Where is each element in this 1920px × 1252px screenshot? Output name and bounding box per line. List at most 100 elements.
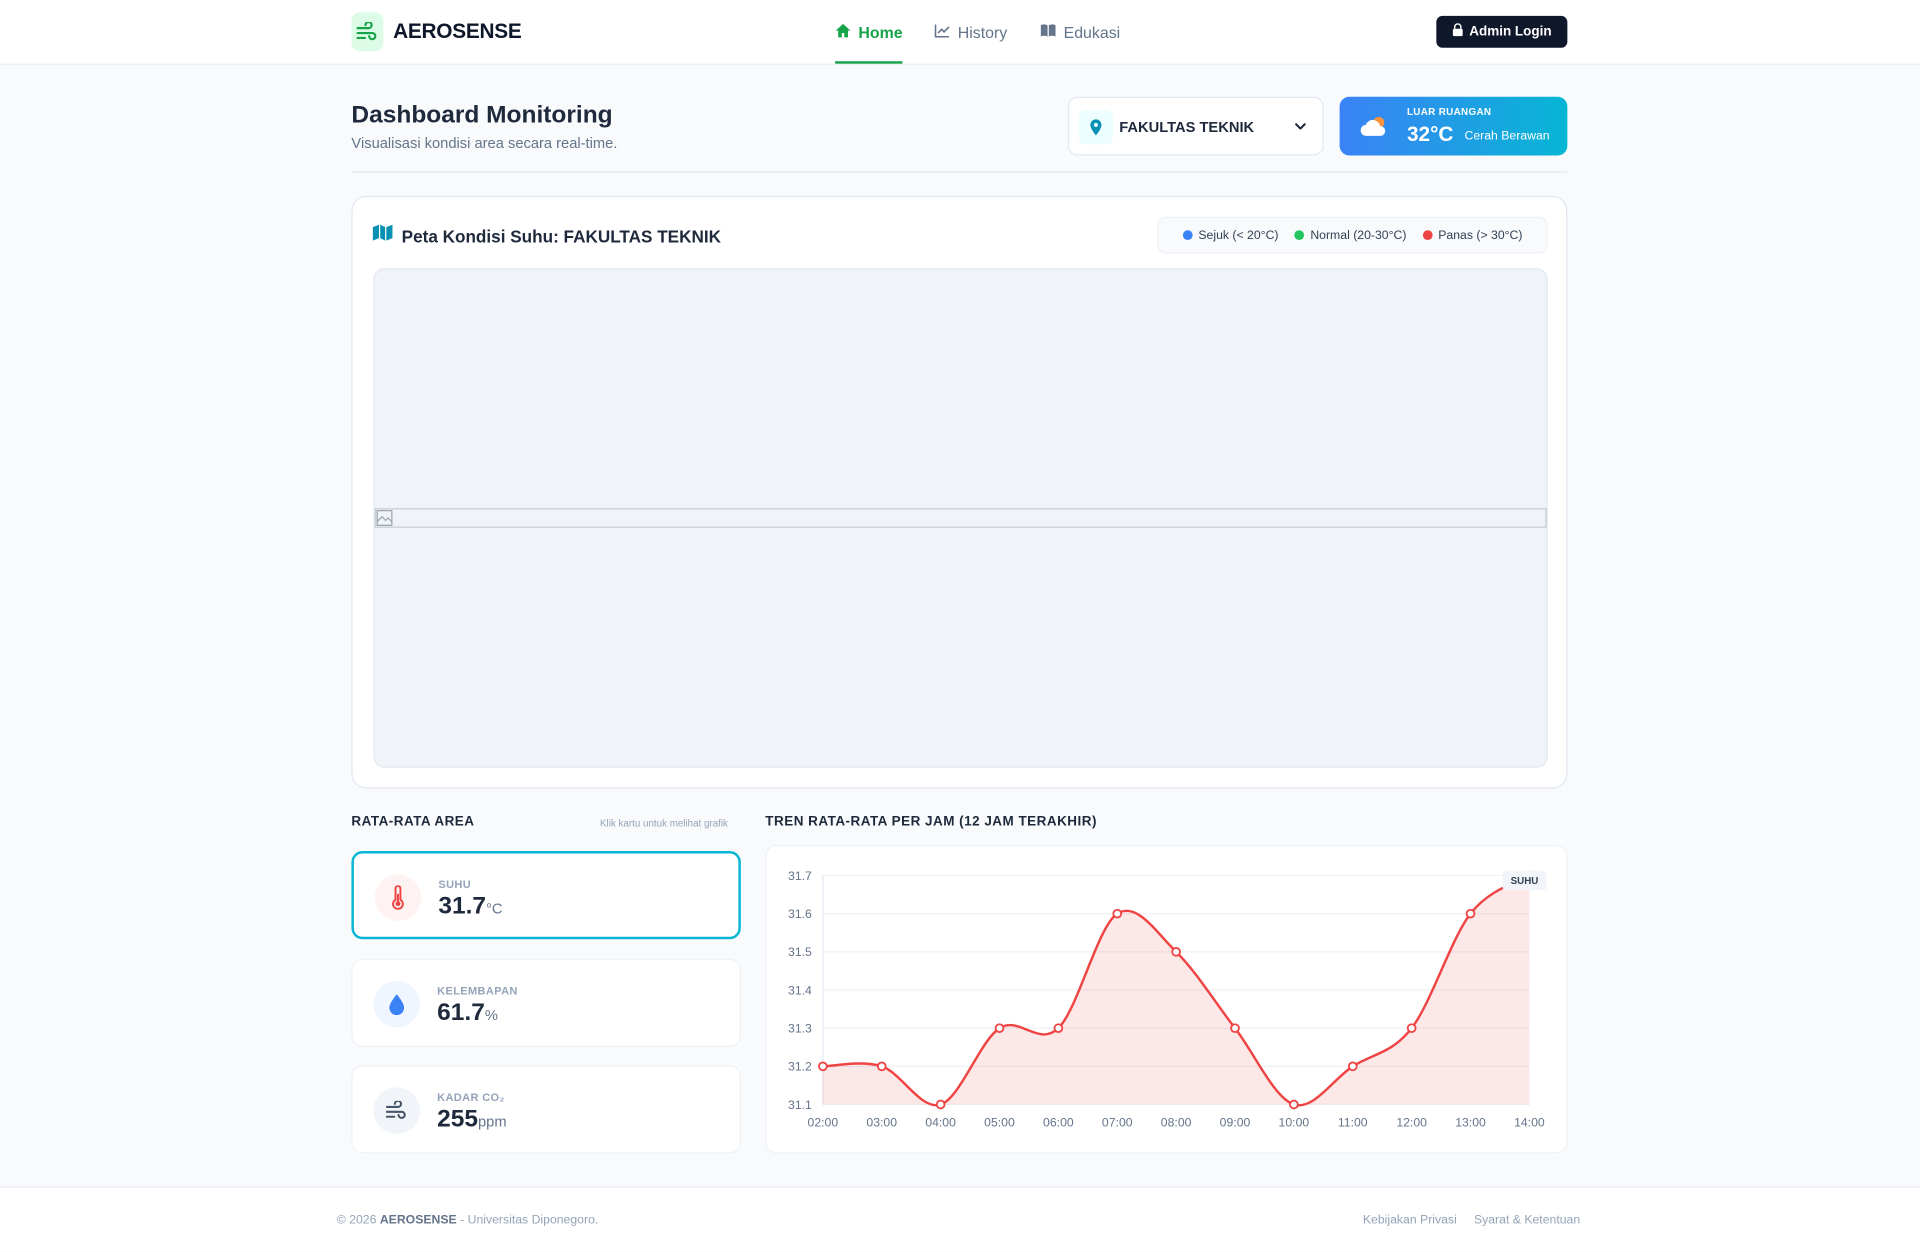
stat-card-kelembapan[interactable]: KELEMBAPAN 61.7%	[351, 958, 741, 1047]
stat-value: 31.7	[438, 892, 487, 920]
legend-item-panas: Panas (> 30°C)	[1422, 228, 1523, 242]
data-point	[1347, 1061, 1358, 1072]
x-tick-label: 13:00	[1455, 1116, 1486, 1130]
trend-chart[interactable]: 31.1 31.2 31.3 31.4 31.5 31.6 31.7 02:00 03:00 04…	[765, 845, 1567, 1154]
stat-value: 61.7	[437, 999, 485, 1027]
legend-label: Normal (20-30°C)	[1310, 228, 1407, 242]
x-tick-label: 07:00	[1102, 1116, 1133, 1130]
page-subtitle: Visualisasi kondisi area secara real-tim…	[351, 134, 618, 152]
data-point	[1289, 1099, 1299, 1110]
x-tick-label: 05:00	[984, 1116, 1015, 1130]
nav-edukasi[interactable]: Edukasi	[1039, 0, 1120, 65]
data-point	[876, 1061, 887, 1072]
x-tick-label: 03:00	[866, 1116, 897, 1130]
legend-item-normal: Normal (20-30°C)	[1294, 228, 1407, 242]
copyright-suffix: - Universitas Diponegoro.	[460, 1213, 599, 1227]
map-legend: Sejuk (< 20°C) Normal (20-30°C) Panas (>…	[1157, 216, 1548, 254]
data-point	[818, 1061, 828, 1072]
brand-logo[interactable]: AEROSENSE	[351, 12, 522, 52]
chart-line-icon	[934, 23, 950, 41]
y-tick-label: 31.6	[788, 907, 812, 921]
x-tick-label: 12:00	[1396, 1116, 1427, 1130]
legend-item-sejuk: Sejuk (< 20°C)	[1182, 228, 1279, 242]
stat-unit: ppm	[478, 1113, 507, 1131]
stat-unit: %	[484, 1006, 498, 1024]
x-tick-label: 09:00	[1220, 1116, 1251, 1130]
broken-map-image	[374, 508, 1547, 528]
stat-unit: °C	[486, 900, 503, 918]
thermometer-icon	[374, 874, 422, 921]
data-point	[1112, 908, 1123, 919]
weather-caption: LUAR RUANGAN	[1406, 106, 1492, 118]
app-root: AEROSENSE Home History Edukasi Admin Log…	[0, 0, 1920, 1252]
legend-dot	[1294, 230, 1305, 241]
broken-image-icon	[376, 510, 393, 526]
footer-copyright: © 2026 AEROSENSE - Universitas Diponegor…	[337, 1213, 599, 1226]
map-title: Peta Kondisi Suhu: FAKULTAS TEKNIK	[401, 225, 722, 246]
legend-dot	[1422, 230, 1433, 241]
admin-login-button[interactable]: Admin Login	[1436, 15, 1568, 48]
legend-dot	[1182, 230, 1193, 241]
home-icon	[835, 23, 851, 41]
averages-title: RATA-RATA AREA	[351, 814, 475, 829]
copyright-brand: AEROSENSE	[379, 1213, 457, 1227]
map-pin-icon	[1078, 110, 1114, 145]
stat-card-suhu[interactable]: SUHU 31.7°C	[351, 851, 741, 940]
droplet-icon	[373, 980, 421, 1028]
y-tick-label: 31.2	[788, 1060, 812, 1074]
x-tick-label: 14:00	[1514, 1116, 1545, 1130]
x-tick-label: 11:00	[1338, 1116, 1368, 1130]
copyright-prefix: © 2026	[336, 1213, 377, 1227]
y-tick-label: 31.1	[788, 1098, 812, 1112]
y-tick-label: 31.5	[788, 945, 812, 959]
footer-link-terms[interactable]: Syarat & Ketentuan	[1474, 1213, 1580, 1226]
data-point	[1171, 947, 1181, 957]
stat-value-wrap: 61.7%	[437, 999, 498, 1027]
outdoor-weather-card: LUAR RUANGAN 32°C Cerah Berawan	[1339, 96, 1568, 156]
chevron-down-icon	[1293, 118, 1308, 140]
x-tick-label: 06:00	[1043, 1116, 1074, 1130]
admin-login-label: Admin Login	[1469, 24, 1552, 40]
brand-name: AEROSENSE	[393, 19, 522, 43]
data-point	[1053, 1023, 1064, 1034]
nav-links: Home History Edukasi	[835, 0, 1120, 65]
nav-home[interactable]: Home	[835, 0, 903, 65]
data-point	[1406, 1023, 1417, 1034]
nav-home-label: Home	[858, 23, 903, 42]
stat-label: KADAR CO₂	[437, 1091, 505, 1104]
data-point	[1230, 1023, 1240, 1034]
wind-logo-icon	[351, 12, 384, 52]
nav-history[interactable]: History	[934, 0, 1007, 65]
temperature-map[interactable]	[373, 268, 1548, 768]
nav-edukasi-label: Edukasi	[1063, 23, 1121, 42]
x-tick-label: 04:00	[925, 1116, 956, 1130]
stat-value: 255	[437, 1105, 479, 1133]
footer-links: Kebijakan Privasi Syarat & Ketentuan	[1363, 1213, 1580, 1226]
x-tick-label: 08:00	[1161, 1116, 1192, 1130]
stat-label: KELEMBAPAN	[437, 984, 518, 997]
chart-series-badge: SUHU	[1502, 870, 1547, 891]
weather-description: Cerah Berawan	[1464, 129, 1550, 144]
book-icon	[1039, 23, 1056, 41]
weather-temperature: 32°C	[1406, 122, 1454, 146]
top-navbar: AEROSENSE Home History Edukasi Admin Log…	[0, 0, 1920, 65]
stat-value-wrap: 31.7°C	[438, 893, 502, 921]
legend-label: Sejuk (< 20°C)	[1198, 228, 1279, 242]
y-tick-label: 31.3	[788, 1021, 812, 1035]
map-icon	[372, 224, 393, 247]
map-header: Peta Kondisi Suhu: FAKULTAS TEKNIK	[372, 224, 721, 247]
stat-card-co2[interactable]: KADAR CO₂ 255ppm	[351, 1065, 741, 1154]
nav-history-label: History	[957, 23, 1008, 42]
data-point	[1465, 908, 1476, 919]
legend-label: Panas (> 30°C)	[1438, 228, 1523, 242]
lock-icon	[1452, 23, 1463, 40]
trend-title: TREN RATA-RATA PER JAM (12 JAM TERAKHIR)	[765, 814, 1097, 829]
footer-link-privacy[interactable]: Kebijakan Privasi	[1363, 1213, 1457, 1226]
page-title: Dashboard Monitoring	[351, 101, 613, 129]
location-select[interactable]: FAKULTAS TEKNIK	[1067, 96, 1324, 156]
wind-icon	[373, 1087, 421, 1134]
x-tick-label: 02:00	[808, 1116, 839, 1130]
y-tick-label: 31.4	[788, 983, 812, 997]
map-card: Peta Kondisi Suhu: FAKULTAS TEKNIK Sejuk…	[351, 195, 1568, 789]
data-point	[935, 1099, 946, 1110]
